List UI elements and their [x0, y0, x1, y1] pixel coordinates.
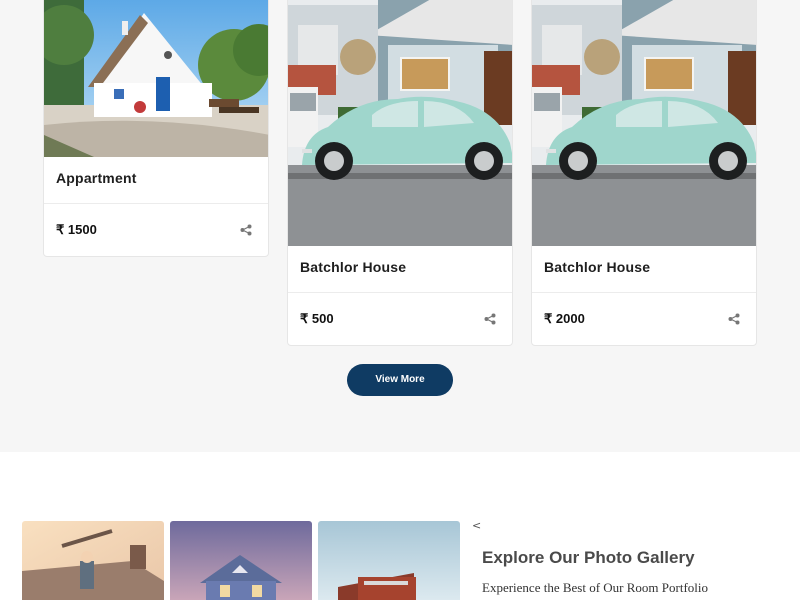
share-icon[interactable] [240, 224, 252, 236]
listing-price: ₹ 2000 [544, 311, 585, 326]
listing-photo-vintage-car[interactable] [288, 0, 512, 246]
share-icon[interactable] [484, 313, 496, 325]
listing-footer: ₹ 500 [288, 293, 512, 345]
listing-photo-vintage-car[interactable] [532, 0, 756, 246]
listing-footer: ₹ 1500 [44, 204, 268, 256]
listing-title: Appartment [44, 157, 268, 204]
gallery-heading: Explore Our Photo Gallery [482, 548, 695, 567]
listing-title: Batchlor House [532, 246, 756, 293]
gallery-thumbnail[interactable] [22, 521, 164, 600]
gallery-subheading: Experience the Best of Our Room Portfoli… [482, 580, 709, 595]
listing-photo-white-cottage[interactable] [44, 0, 268, 157]
gallery-prev-arrow[interactable]: < [472, 519, 481, 532]
listing-price: ₹ 1500 [56, 222, 97, 237]
listing-footer: ₹ 2000 [532, 293, 756, 345]
view-more-button[interactable]: View More [347, 364, 453, 396]
listing-title: Batchlor House [288, 246, 512, 293]
listing-card[interactable]: Batchlor House ₹ 500 [287, 0, 513, 346]
share-icon[interactable] [728, 313, 740, 325]
listing-card[interactable]: Batchlor House ₹ 2000 [531, 0, 757, 346]
gallery-thumbnail[interactable] [170, 521, 312, 600]
listings-section: Appartment ₹ 1500 Batchlor House ₹ 500 B… [0, 0, 800, 452]
gallery-thumbnail[interactable] [318, 521, 460, 600]
listing-price: ₹ 500 [300, 311, 334, 326]
photo-gallery-section: < Explore Our Photo Gallery Experience t… [0, 452, 800, 600]
listing-card[interactable]: Appartment ₹ 1500 [43, 0, 269, 257]
